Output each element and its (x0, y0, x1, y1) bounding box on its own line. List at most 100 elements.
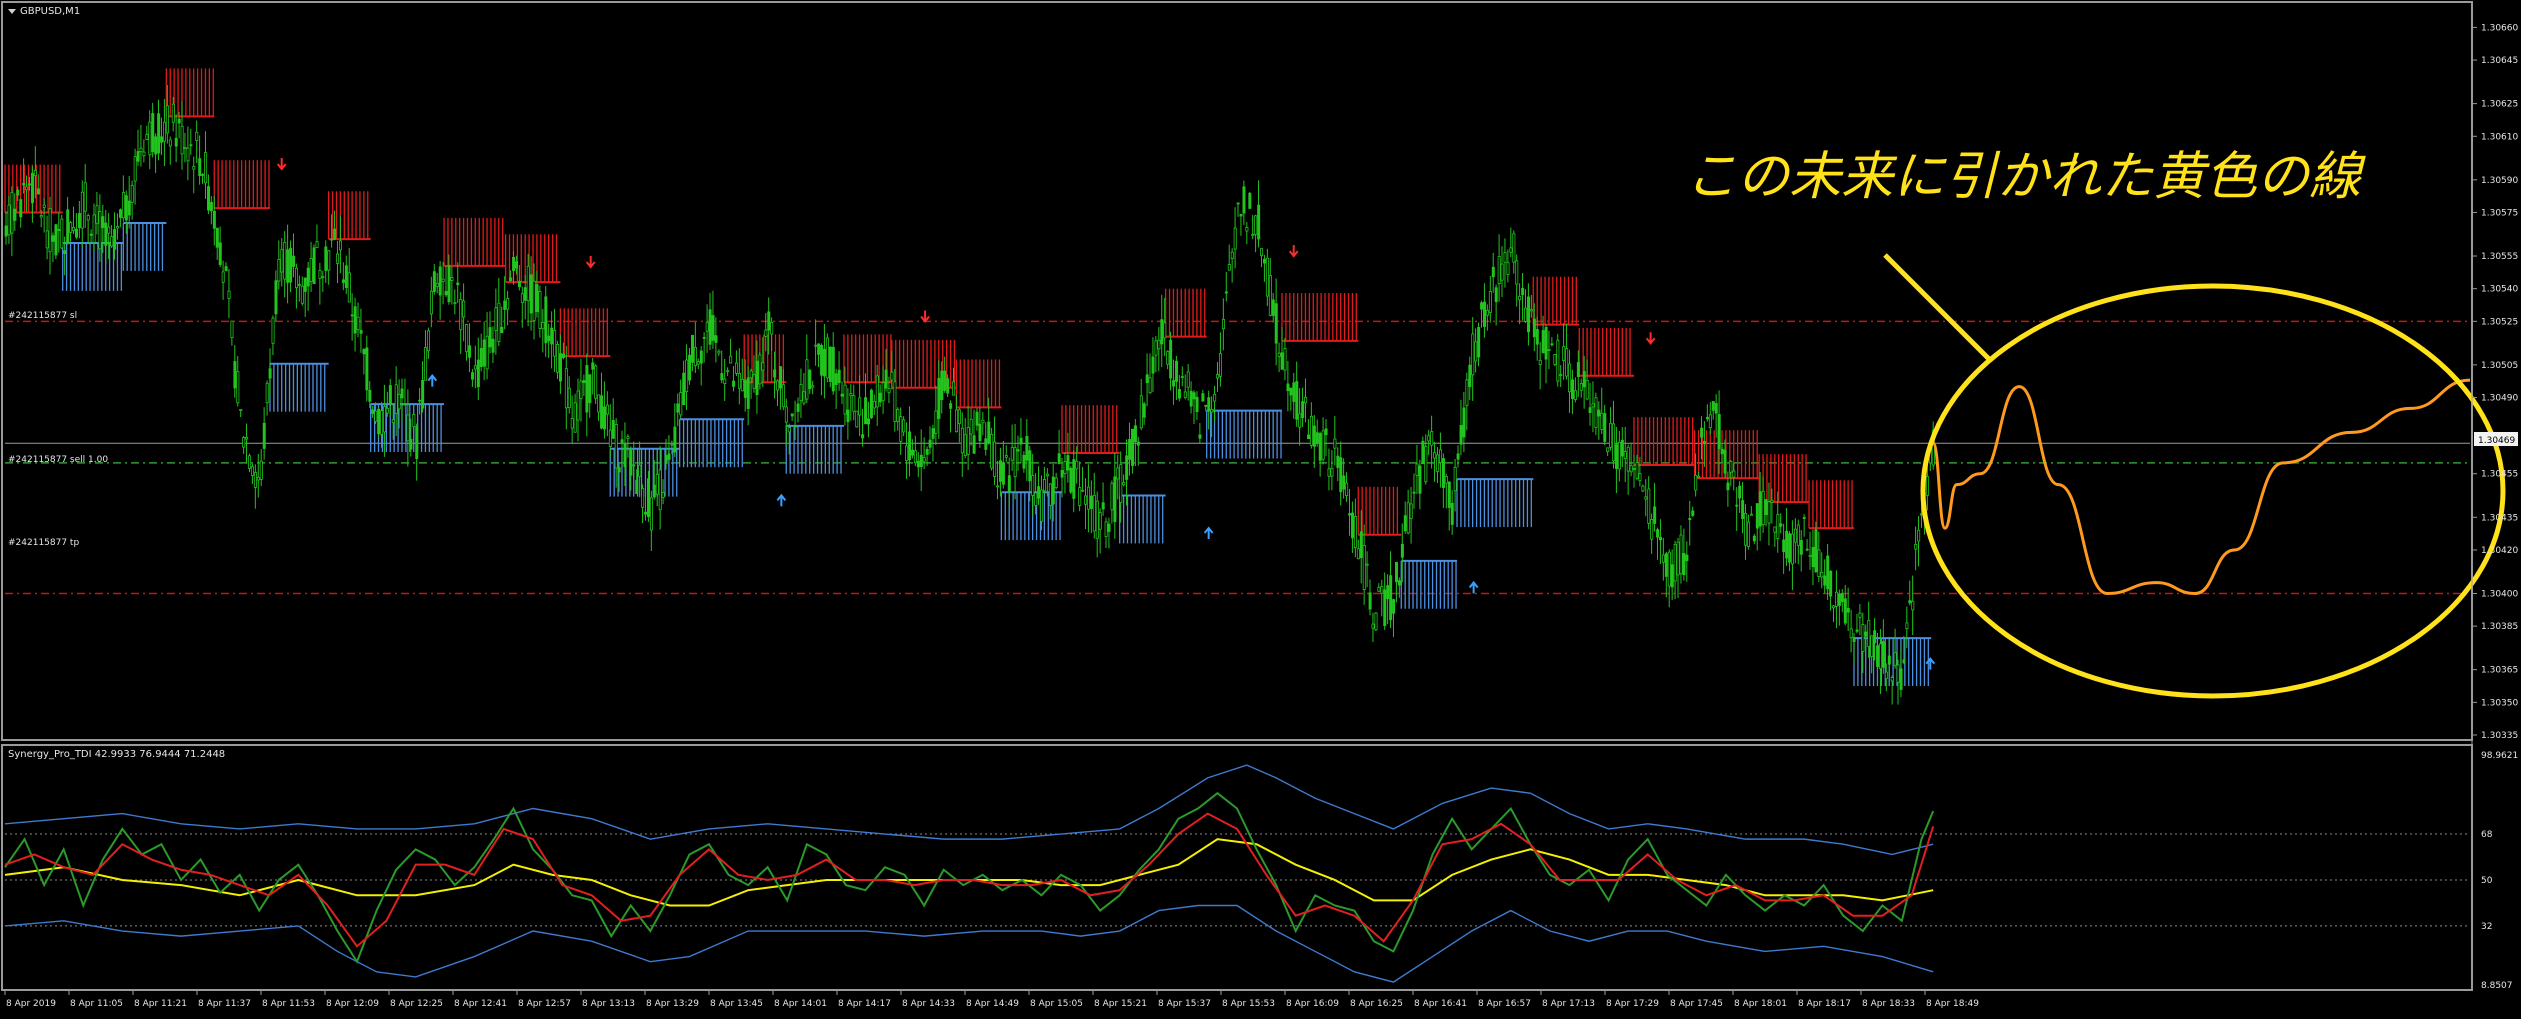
candle-body (896, 409, 900, 422)
candle-body (1899, 668, 1903, 690)
candle-body (905, 445, 909, 461)
buy-arrow-icon (776, 493, 787, 507)
candle-body (1075, 460, 1079, 470)
candle-body (1732, 470, 1736, 478)
candle-body (75, 228, 79, 238)
candle-body (1491, 266, 1495, 278)
main-chart-frame[interactable] (1, 1, 2473, 741)
candle-body (1659, 536, 1663, 541)
candle-body (588, 374, 592, 404)
candle-body (1292, 382, 1296, 402)
buy-arrow-icon (1925, 657, 1936, 670)
candle-body (1251, 234, 1255, 237)
tp-line-label[interactable]: #242115877 tp (8, 538, 79, 548)
candle-body (251, 466, 255, 476)
candle-body (303, 277, 307, 292)
candle-body (1679, 534, 1683, 575)
candle-body (1855, 629, 1859, 632)
candle-body (1101, 502, 1105, 510)
candle-body (1298, 413, 1302, 428)
candle-body (119, 209, 123, 218)
candle-body (1280, 352, 1284, 370)
candle-body (529, 274, 533, 314)
candle-body (735, 362, 739, 374)
candle-body (696, 361, 700, 365)
candle-body (515, 261, 519, 269)
candle-body (1884, 671, 1888, 679)
candle-body (779, 366, 783, 389)
candle-body (676, 403, 680, 413)
candle-body (1450, 502, 1454, 525)
candle-body (186, 147, 190, 162)
candle-body (1087, 486, 1091, 510)
candle-body (1515, 260, 1519, 285)
candle-body (1562, 346, 1566, 361)
candle-body (295, 267, 299, 289)
candle-body (403, 403, 407, 406)
candle-body (1125, 455, 1129, 480)
candle-body (1368, 592, 1372, 610)
candle-body (547, 335, 551, 342)
candle-body (1902, 659, 1906, 664)
candle-body (506, 298, 510, 310)
time-tick-label: 8 Apr 17:13 (1542, 999, 1595, 1009)
candle-body (1010, 446, 1014, 461)
candle-body (1447, 481, 1451, 508)
candle-body (1119, 464, 1123, 503)
candle-body (89, 233, 93, 236)
candle-body (1726, 482, 1730, 491)
sell-line-label[interactable]: #242115877 sell 1.00 (8, 455, 108, 465)
candle-body (1286, 383, 1290, 392)
candle-body (1189, 390, 1193, 407)
candle-body (453, 302, 457, 305)
time-tick-label: 8 Apr 12:09 (326, 999, 379, 1009)
candle-body (1245, 227, 1249, 232)
tdi-lower-band (4, 904, 1934, 983)
candle-body (737, 373, 741, 389)
candle-body (25, 186, 29, 191)
candle-body (1829, 570, 1833, 597)
candle-body (394, 384, 398, 414)
candle-body (1600, 412, 1604, 430)
candle-body (1840, 593, 1844, 603)
candle-body (790, 413, 794, 417)
candle-body (113, 228, 117, 250)
candle-body (1791, 533, 1795, 565)
candle-body (1157, 339, 1161, 350)
candle-body (623, 443, 627, 468)
candle-body (1741, 500, 1745, 519)
candle-body (479, 348, 483, 367)
candle-body (1175, 360, 1179, 382)
candle-body (274, 280, 278, 315)
candle-body (556, 344, 560, 373)
candle-body (1767, 501, 1771, 524)
candle-body (388, 385, 392, 405)
candle-body (1142, 403, 1146, 418)
candle-body (600, 395, 604, 429)
annotation-text: この未来に引かれた黄色の線 (1685, 147, 2366, 207)
candle-body (908, 431, 912, 461)
candle-body (1151, 356, 1155, 374)
candle-body (327, 250, 331, 271)
candle-body (1553, 354, 1557, 365)
chart-menu-triangle-icon[interactable] (8, 9, 16, 14)
sl-line-label[interactable]: #242115877 sl (8, 311, 77, 321)
candle-body (858, 397, 862, 416)
candle-body (136, 151, 140, 162)
candle-body (324, 246, 328, 271)
candle-body (471, 372, 475, 380)
candle-body (1406, 502, 1410, 534)
indicator-frame[interactable] (1, 744, 2473, 991)
candle-body (1016, 449, 1020, 452)
candle-body (1254, 215, 1258, 235)
candle-body (638, 464, 642, 477)
candle-body (1180, 376, 1184, 378)
time-tick-label: 8 Apr 15:53 (1222, 999, 1275, 1009)
candle-body (1861, 624, 1865, 652)
time-tick-label: 8 Apr 11:21 (134, 999, 187, 1009)
candle-body (1911, 600, 1915, 611)
candle-body (16, 189, 20, 196)
candle-body (268, 368, 272, 379)
candle-body (834, 373, 838, 386)
time-tick-label: 8 Apr 13:13 (582, 999, 635, 1009)
